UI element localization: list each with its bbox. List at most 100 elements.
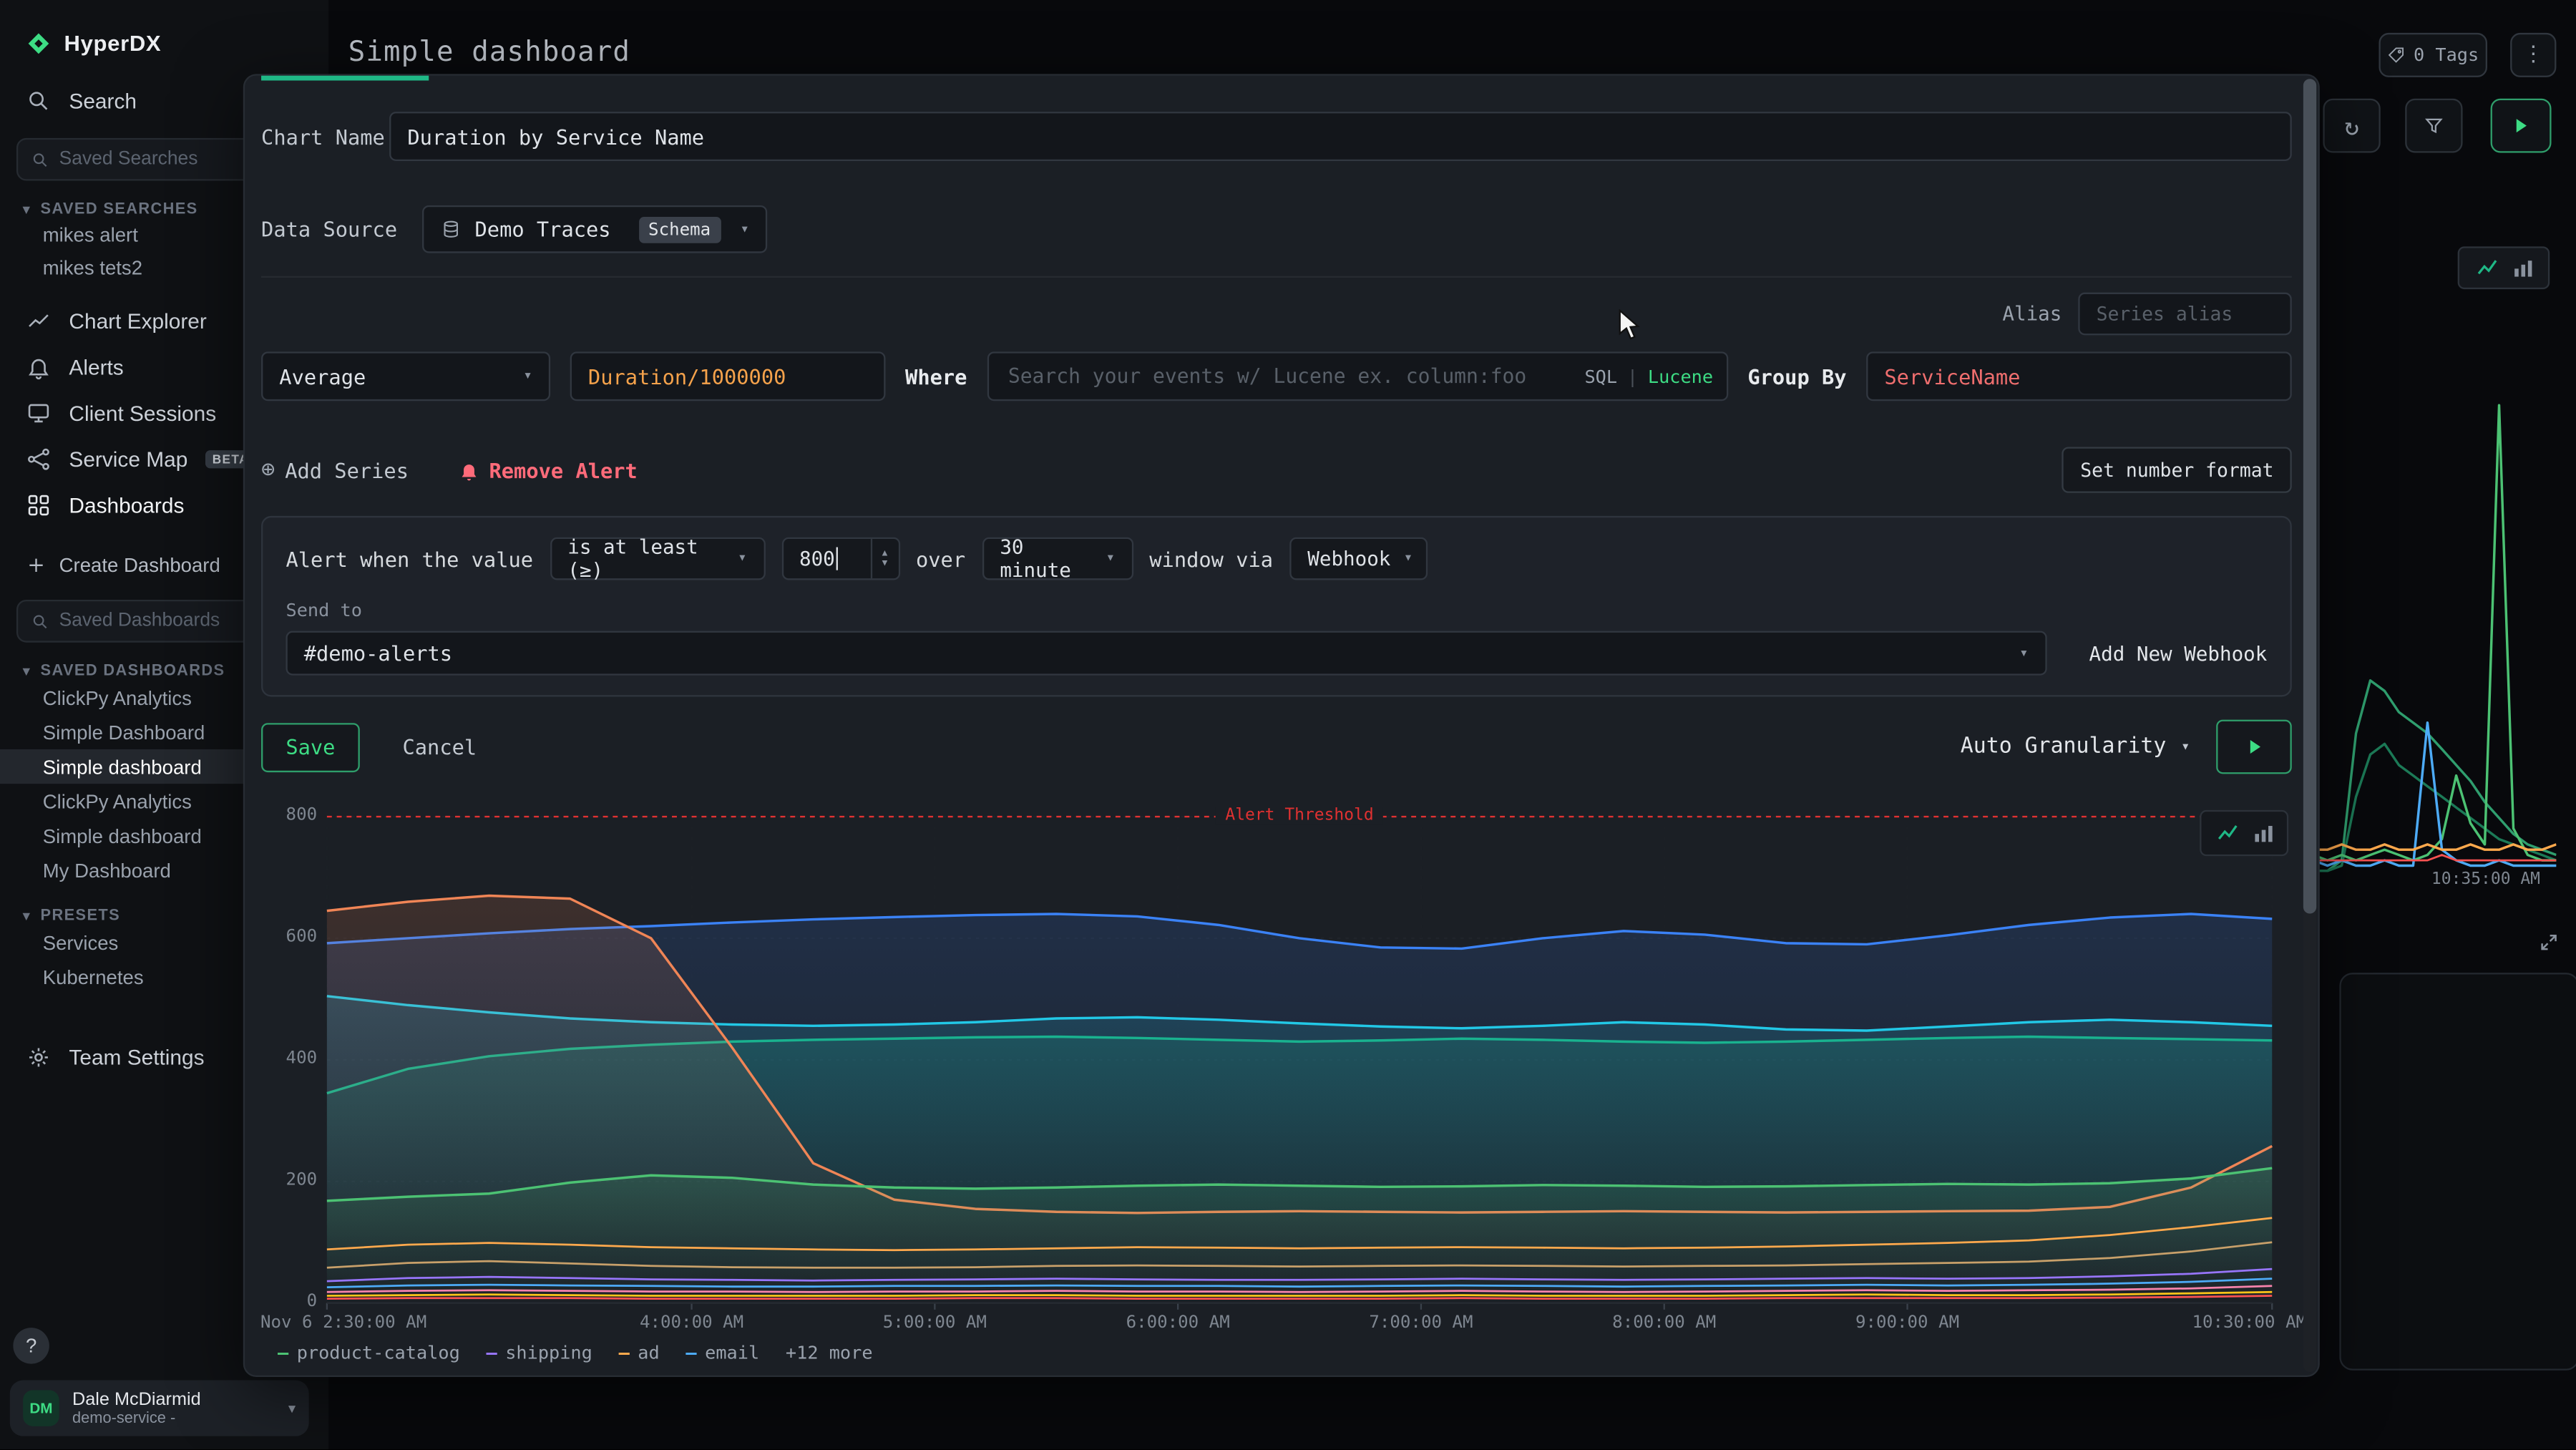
legend-item[interactable]: —shipping (487, 1343, 592, 1364)
set-number-format-button[interactable]: Set number format (2062, 447, 2292, 492)
lucene-toggle[interactable]: Lucene (1648, 366, 1713, 387)
granularity-select[interactable]: Auto Granularity ▾ (1961, 734, 2190, 759)
text-caret (836, 548, 838, 570)
series-line (2313, 845, 2557, 850)
stepper-down-icon[interactable]: ▼ (882, 559, 888, 569)
over-label: over (916, 546, 965, 570)
bell-icon (458, 459, 479, 481)
y-tick-label: 600 (261, 927, 317, 947)
x-tick-label: 8:00:00 AM (1612, 1313, 1716, 1333)
chevron-down-icon: ▾ (740, 221, 748, 238)
circle-plus-icon: ⊕ (261, 457, 275, 483)
number-stepper[interactable]: ▲ ▼ (870, 539, 898, 578)
gear-icon (26, 1044, 51, 1069)
refresh-button[interactable]: ↻ (2323, 99, 2380, 153)
bar-chart-icon (2252, 822, 2273, 844)
chart-name-label: Chart Name (261, 124, 389, 148)
scrollbar-thumb[interactable] (2303, 79, 2316, 913)
help-button[interactable]: ? (13, 1328, 49, 1364)
search-icon (31, 612, 49, 630)
x-tick-label: 4:00:00 AM (640, 1313, 743, 1333)
x-tick-label: 9:00:00 AM (1855, 1313, 1959, 1333)
cancel-button[interactable]: Cancel (402, 734, 477, 759)
line-chart-icon (2215, 822, 2238, 845)
saved-searches-placeholder: Saved Searches (59, 150, 198, 170)
x-tick-label: Nov 6 2:30:00 AM (260, 1313, 426, 1333)
alert-threshold-input[interactable]: 800 ▲ ▼ (781, 537, 899, 580)
field-input[interactable] (570, 351, 886, 401)
tags-button[interactable]: 0 Tags (2379, 33, 2487, 77)
search-icon (31, 150, 49, 168)
background-chart-toggles[interactable] (2458, 246, 2550, 289)
chevron-down-icon: ▾ (738, 550, 746, 567)
webhook-select[interactable]: #demo-alerts ▾ (286, 631, 2046, 676)
chart-type-toggles[interactable] (2200, 810, 2288, 856)
background-panel (2339, 973, 2576, 1371)
alert-channel-select[interactable]: Webhook ▾ (1289, 537, 1428, 580)
refresh-icon: ↻ (2344, 111, 2359, 140)
page-title: Simple dashboard (348, 37, 630, 69)
chart-editor-modal: Chart Name Data Source Demo Traces Schem… (243, 74, 2320, 1377)
add-new-webhook-link[interactable]: Add New Webhook (2089, 642, 2268, 665)
y-tick-label: 200 (261, 1170, 317, 1190)
alert-config-panel: Alert when the value is at least (≥) ▾ 8… (261, 516, 2292, 697)
stepper-up-icon[interactable]: ▲ (882, 549, 888, 559)
chevron-down-icon: ▾ (523, 368, 532, 384)
legend-item[interactable]: —email (686, 1343, 759, 1364)
user-menu[interactable]: DM Dale McDiarmid demo-service - ▾ (10, 1381, 309, 1436)
chart-name-input[interactable] (389, 112, 2292, 161)
run-query-button[interactable] (2491, 99, 2552, 153)
chevron-down-icon: ▾ (2181, 739, 2190, 755)
send-to-label: Send to (286, 600, 2267, 621)
search-icon (26, 88, 51, 112)
add-series-button[interactable]: ⊕ Add Series (261, 457, 409, 483)
play-icon (2512, 117, 2529, 135)
avatar: DM (23, 1390, 59, 1426)
main-chart-canvas[interactable] (261, 794, 2295, 1372)
x-tick-label: 10:30:00 AM (2192, 1313, 2306, 1333)
brand-name: HyperDX (64, 30, 162, 54)
chevron-down-icon: ▾ (23, 909, 31, 924)
y-tick-label: 800 (261, 805, 317, 825)
bar-chart-icon (2511, 257, 2532, 278)
user-name: Dale McDiarmid (72, 1389, 201, 1409)
alias-input[interactable] (2078, 293, 2291, 336)
chart-area[interactable]: —product-catalog —shipping —ad —email +12 mo… (261, 794, 2292, 1376)
where-input[interactable] (1005, 363, 1571, 389)
brand[interactable]: HyperDX (26, 26, 312, 59)
chart-line-icon (26, 308, 51, 332)
x-tick-label: 7:00:00 AM (1369, 1313, 1473, 1333)
filter-button[interactable] (2405, 99, 2462, 153)
aggregation-select[interactable]: Average ▾ (261, 351, 550, 401)
sidebar-item-label: Search (69, 88, 137, 112)
alert-prefix-label: Alert when the value (286, 546, 533, 570)
chevron-down-icon: ▾ (1106, 550, 1115, 567)
preview-run-button[interactable] (2216, 720, 2292, 774)
alert-condition-select[interactable]: is at least (≥) ▾ (550, 537, 765, 580)
hyperdx-logo-icon (26, 30, 51, 54)
expand-icon[interactable] (2540, 933, 2557, 951)
plus-icon (26, 555, 47, 575)
legend-item[interactable]: —ad (619, 1343, 660, 1364)
sql-toggle[interactable]: SQL (1584, 366, 1617, 387)
chart-legend: —product-catalog —shipping —ad —email +12 mo… (278, 1343, 873, 1364)
schema-badge[interactable]: Schema (638, 216, 721, 243)
play-icon (2245, 738, 2263, 756)
legend-item[interactable]: —product-catalog (278, 1343, 460, 1364)
data-source-select[interactable]: Demo Traces Schema ▾ (422, 205, 767, 253)
remove-alert-button[interactable]: Remove Alert (458, 457, 638, 482)
window-via-label: window via (1149, 546, 1273, 570)
x-tick-label: 6:00:00 AM (1126, 1313, 1230, 1333)
chevron-down-icon: ▾ (288, 1399, 296, 1417)
chevron-down-icon: ▾ (23, 664, 31, 679)
save-button[interactable]: Save (261, 722, 360, 772)
group-by-input[interactable] (1866, 351, 2292, 401)
funnel-icon (2423, 115, 2444, 137)
x-tick-label: 5:00:00 AM (883, 1313, 987, 1333)
more-menu-button[interactable]: ⋮ (2510, 33, 2556, 77)
active-tab-indicator (261, 76, 429, 81)
line-chart-icon (2475, 256, 2498, 279)
bell-icon (26, 354, 51, 379)
alert-window-select[interactable]: 30 minute ▾ (982, 537, 1133, 580)
legend-item[interactable]: +12 more (786, 1343, 873, 1364)
